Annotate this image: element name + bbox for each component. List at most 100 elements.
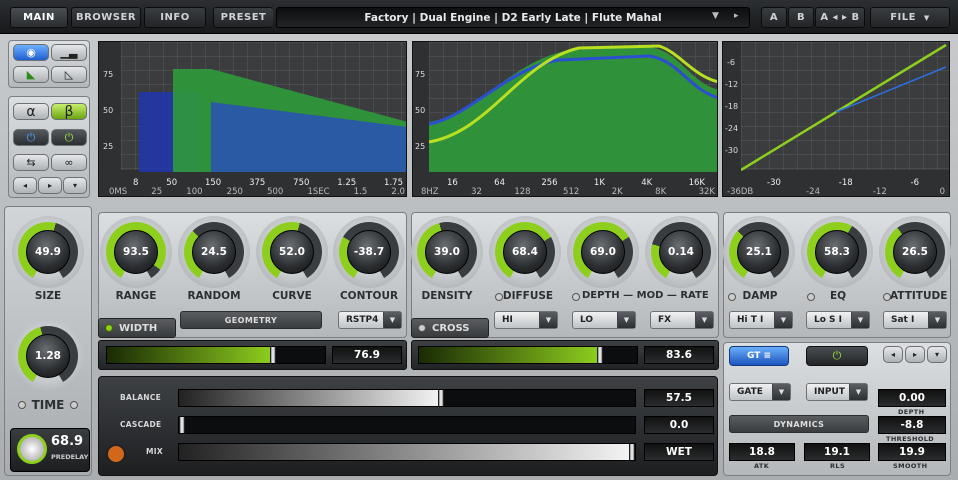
- cross-radio[interactable]: [418, 324, 426, 332]
- eye-icon[interactable]: ◉: [13, 44, 49, 61]
- balance-value[interactable]: 57.5: [644, 389, 714, 407]
- dynamics-button[interactable]: DYNAMICS: [729, 415, 869, 433]
- balance-slider[interactable]: [178, 389, 636, 407]
- preset-dropdown-icon[interactable]: ▼: [712, 11, 719, 21]
- contour-dropdown[interactable]: RSTP4 ▼: [338, 311, 402, 329]
- cross-slider[interactable]: [418, 346, 638, 364]
- predelay-knob[interactable]: [17, 434, 47, 464]
- tick: -36DB: [727, 187, 754, 197]
- geometry-button[interactable]: GEOMETRY: [180, 311, 322, 329]
- depth-dropdown[interactable]: LO ▼: [572, 311, 636, 329]
- compare-a-to-b-button[interactable]: A ◂ ▸ B: [815, 7, 865, 28]
- down-arrow-icon[interactable]: ▾: [63, 177, 87, 194]
- damp-dropdown[interactable]: Hi T I ▼: [729, 311, 793, 329]
- dyn-down-arrow-icon[interactable]: ▾: [927, 346, 947, 363]
- compare-a-button[interactable]: A: [761, 7, 787, 28]
- left-arrow-icon[interactable]: ◂: [13, 177, 37, 194]
- slope-view-icon[interactable]: ◺: [51, 66, 87, 83]
- atk-value[interactable]: 18.8: [729, 443, 795, 461]
- cross-value[interactable]: 83.6: [644, 346, 714, 364]
- size-knob[interactable]: 49.9: [12, 216, 84, 288]
- density-label: DENSITY: [421, 290, 473, 302]
- cascade-value[interactable]: 0.0: [644, 416, 714, 434]
- rls-value[interactable]: 19.1: [804, 443, 870, 461]
- mix-value[interactable]: WET: [644, 443, 714, 461]
- alpha-button[interactable]: α: [13, 103, 49, 120]
- chevron-down-icon: ▼: [928, 312, 946, 328]
- mix-slider-thumb[interactable]: [629, 444, 635, 460]
- dynamics-power-icon[interactable]: ⏻: [806, 346, 868, 366]
- tab-info[interactable]: INFO: [144, 7, 206, 28]
- random-knob[interactable]: 24.5: [178, 216, 250, 288]
- time-knob[interactable]: 1.28: [12, 320, 84, 392]
- mix-slider[interactable]: [178, 443, 636, 461]
- preset-name-field[interactable]: Factory | Dual Engine | D2 Early Late | …: [276, 7, 750, 28]
- preset-next-icon[interactable]: ▸: [734, 11, 739, 21]
- dyn-graph-plot: [741, 43, 947, 172]
- dyn-left-arrow-icon[interactable]: ◂: [883, 346, 903, 363]
- cross-label: CROSS: [432, 323, 470, 334]
- file-menu-button[interactable]: FILE ▼: [870, 7, 950, 28]
- contour-knob[interactable]: -38.7: [333, 216, 405, 288]
- attitude-dropdown[interactable]: Sat I ▼: [883, 311, 947, 329]
- power-alpha-icon[interactable]: ⏻: [13, 129, 49, 146]
- rate-dropdown[interactable]: FX ▼: [650, 311, 714, 329]
- beta-button[interactable]: β: [51, 103, 87, 120]
- time-graph[interactable]: 75 50 25 8 50 150 375 750 1.25 1.75 0MS 25 100 25…: [98, 41, 407, 197]
- depth-radio[interactable]: [572, 293, 580, 301]
- swap-icon[interactable]: ⇆: [13, 154, 49, 171]
- width-slider-thumb[interactable]: [270, 347, 276, 363]
- compare-b-button[interactable]: B: [788, 7, 814, 28]
- bars-view-icon[interactable]: ▁▃: [51, 44, 87, 61]
- chevron-down-icon: ▼: [772, 384, 790, 400]
- right-arrow-icon[interactable]: ▸: [38, 177, 62, 194]
- chevron-down-icon: ▼: [851, 312, 869, 328]
- balance-slider-thumb[interactable]: [438, 390, 444, 406]
- dyn-right-arrow-icon[interactable]: ▸: [905, 346, 925, 363]
- dyn-green-line: [741, 43, 947, 172]
- cross-slider-thumb[interactable]: [597, 347, 603, 363]
- tick: 8K: [655, 187, 667, 197]
- predelay-panel: 68.9 PREDELAY: [10, 428, 90, 472]
- time-graph-plot: [139, 69, 406, 172]
- curve-knob-value: 52.0: [270, 230, 314, 274]
- link-icon[interactable]: ∞: [51, 154, 87, 171]
- width-value[interactable]: 76.9: [332, 346, 402, 364]
- frequency-graph[interactable]: 75 50 25 16 64 256 1K 4K 16K 8HZ 32 128 512 2K 8K 3…: [412, 41, 718, 197]
- diffuse-dropdown[interactable]: HI ▼: [494, 311, 558, 329]
- density-knob[interactable]: 39.0: [411, 216, 483, 288]
- depth-knob[interactable]: 69.0: [567, 216, 639, 288]
- gt-toggle-icon[interactable]: GT ≡: [729, 346, 789, 366]
- attitude-knob[interactable]: 26.5: [879, 216, 951, 288]
- depth-label: DEPTH: [898, 408, 925, 416]
- gate-dropdown[interactable]: GATE ▼: [729, 383, 791, 401]
- lock-icon[interactable]: [106, 444, 126, 464]
- threshold-value[interactable]: -8.8: [878, 416, 946, 434]
- time-radio-right[interactable]: [70, 401, 79, 409]
- eq-dropdown[interactable]: Lo S I ▼: [806, 311, 870, 329]
- triangle-view-icon[interactable]: ◣: [13, 66, 49, 83]
- atk-label: ATK: [754, 462, 770, 470]
- power-beta-icon[interactable]: ⏻: [51, 129, 87, 146]
- balance-slider-fill: [179, 390, 441, 406]
- cascade-slider-thumb[interactable]: [179, 417, 185, 433]
- freq-x-bottom: 8HZ 32 128 512 2K 8K 32K: [421, 187, 715, 197]
- range-knob-value: 93.5: [114, 230, 158, 274]
- width-radio[interactable]: [105, 324, 113, 332]
- time-radio[interactable]: [17, 401, 26, 409]
- dyn-y-tick: -6: [727, 58, 735, 67]
- smooth-value[interactable]: 19.9: [878, 443, 946, 461]
- input-dropdown[interactable]: INPUT ▼: [806, 383, 868, 401]
- diffuse-knob[interactable]: 68.4: [489, 216, 561, 288]
- depth-value[interactable]: 0.00: [878, 389, 946, 407]
- dynamics-graph[interactable]: -6 -12 -18 -24 -30 -30 -18 -6 -36DB -24 -12 0: [722, 41, 950, 197]
- eq-knob[interactable]: 58.3: [801, 216, 873, 288]
- tab-browser[interactable]: BROWSER: [71, 7, 141, 28]
- damp-knob[interactable]: 25.1: [723, 216, 795, 288]
- curve-knob[interactable]: 52.0: [256, 216, 328, 288]
- width-slider[interactable]: [106, 346, 326, 364]
- cascade-slider[interactable]: [178, 416, 636, 434]
- rate-knob[interactable]: 0.14: [645, 216, 717, 288]
- range-knob[interactable]: 93.5: [100, 216, 172, 288]
- tab-main[interactable]: MAIN: [10, 7, 68, 28]
